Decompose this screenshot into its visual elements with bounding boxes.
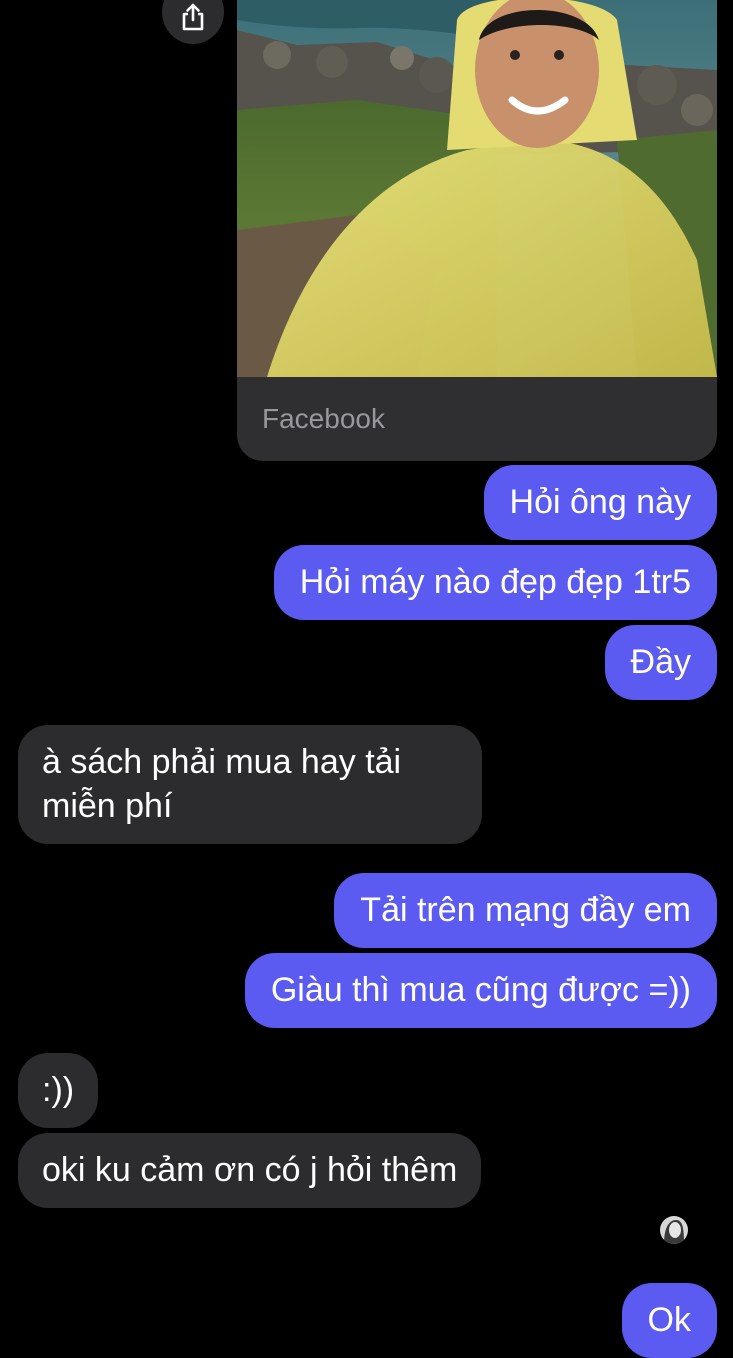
message-bubble-incoming[interactable]: :)) [18, 1053, 99, 1128]
message-text: à sách phải mua hay tải miễn phí [42, 743, 402, 825]
link-preview-card[interactable]: Facebook [237, 0, 717, 461]
message-text: Hỏi máy nào đẹp đẹp 1tr5 [299, 563, 691, 601]
message-text: Đầy [630, 643, 691, 681]
message-text: Tải trên mạng đầy em [360, 891, 691, 929]
message-bubble-outgoing[interactable]: Hỏi máy nào đẹp đẹp 1tr5 [273, 545, 717, 620]
message-bubble-outgoing[interactable]: Giàu thì mua cũng được =)) [244, 953, 717, 1028]
message-bubble-outgoing[interactable]: Hỏi ông này [483, 465, 717, 540]
link-source-label: Facebook [262, 403, 385, 434]
message-bubble-incoming[interactable]: à sách phải mua hay tải miễn phí [18, 725, 482, 844]
read-receipt-avatar [660, 1216, 688, 1244]
message-text: Ok [647, 1301, 691, 1339]
share-button[interactable] [162, 0, 224, 44]
message-bubble-outgoing[interactable]: Ok [621, 1283, 717, 1358]
link-preview-image [237, 0, 717, 377]
message-text: :)) [42, 1071, 75, 1109]
message-text: Giàu thì mua cũng được =)) [270, 971, 691, 1009]
message-bubble-incoming[interactable]: oki ku cảm ơn có j hỏi thêm [18, 1133, 482, 1208]
message-bubble-outgoing[interactable]: Tải trên mạng đầy em [334, 873, 717, 948]
share-icon [182, 3, 204, 31]
message-text: oki ku cảm ơn có j hỏi thêm [42, 1151, 458, 1189]
message-bubble-outgoing[interactable]: Đầy [604, 625, 717, 700]
message-text: Hỏi ông này [509, 483, 691, 521]
